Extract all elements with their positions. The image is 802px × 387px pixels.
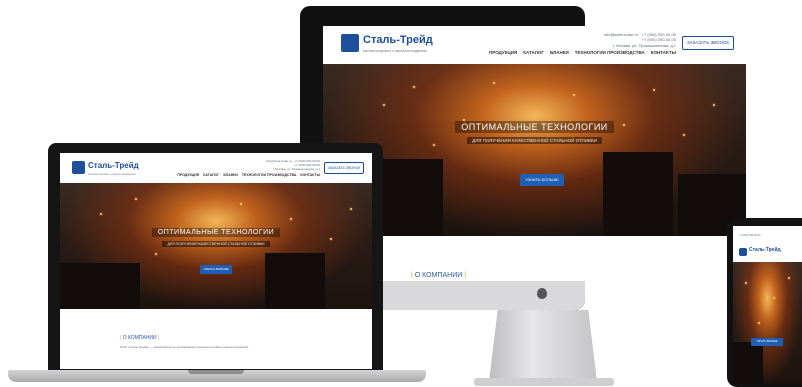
laptop-notch — [188, 370, 244, 374]
hero-cta-button[interactable]: УЗНАТЬ БОЛЬШЕ — [520, 174, 564, 186]
nav-item-products[interactable]: ПРОДУКЦИЯ — [177, 173, 199, 177]
about-heading: | О КОМПАНИИ | — [411, 272, 467, 279]
contact-line: г. Москва, ул. Промышленная, д.1 — [272, 167, 320, 172]
logo-icon — [341, 34, 359, 52]
header-contacts: info@steel-trade.ru · +7 (000) 000-00-00… — [604, 32, 676, 48]
contact-line: +7 (000) 000-00-00 — [739, 234, 761, 237]
logo-icon — [72, 161, 85, 174]
hero-banner: УЗНАТЬ БОЛЬШЕ — [733, 262, 802, 384]
nav-item-catalog[interactable]: КАТАЛОГ — [523, 50, 544, 55]
logo-tagline: металлопрокат и металлоизделия — [88, 172, 136, 176]
apple-logo-icon — [537, 288, 547, 299]
hero-banner: ОПТИМАЛЬНЫЕ ТЕХНОЛОГИИ ДЛЯ ПОЛУЧЕНИЯ КАЧ… — [60, 183, 372, 309]
desktop-screen: Сталь-Трейд металлопрокат и металлоиздел… — [323, 26, 746, 281]
monitor-stand — [489, 310, 597, 382]
about-heading: | О КОМПАНИИ | — [120, 335, 160, 341]
hero-subtitle: ДЛЯ ПОЛУЧЕНИЯ КАЧЕСТВЕННОЙ СТАЛЬНОЙ ОТЛИ… — [323, 137, 746, 144]
laptop-screen: Сталь-Трейд металлопрокат и металлоиздел… — [60, 153, 372, 369]
nav-item-technology[interactable]: ТЕХНОЛОГИИ ПРОИЗВОДСТВА — [575, 50, 645, 55]
logo-icon — [739, 248, 747, 256]
main-nav: ПРОДУКЦИЯ КАТАЛОГ БЛАНКИ ТЕХНОЛОГИИ ПРОИ… — [489, 50, 676, 55]
logo-name: Сталь-Трейд — [749, 247, 781, 253]
hero-subtitle: ДЛЯ ПОЛУЧЕНИЯ КАЧЕСТВЕННОЙ СТАЛЬНОЙ ОТЛИ… — [60, 241, 372, 247]
contact-line: г. Москва, ул. Промышленная, д.1 — [613, 42, 676, 48]
logo-tagline: металлопрокат и металлоизделия — [363, 48, 427, 53]
callback-button[interactable]: ЗАКАЗАТЬ ЗВОНОК — [324, 162, 364, 174]
hero-cta-button[interactable]: УЗНАТЬ БОЛЬШЕ — [200, 265, 232, 274]
nav-item-technology[interactable]: ТЕХНОЛОГИИ ПРОИЗВОДСТВА — [242, 173, 296, 177]
main-nav: ПРОДУКЦИЯ КАТАЛОГ БЛАНКИ ТЕХНОЛОГИИ ПРОИ… — [177, 173, 320, 177]
hero-title: ОПТИМАЛЬНЫЕ ТЕХНОЛОГИИ — [323, 121, 746, 133]
nav-item-blanks[interactable]: БЛАНКИ — [223, 173, 238, 177]
hero-cta-button[interactable]: УЗНАТЬ БОЛЬШЕ — [751, 338, 783, 346]
logo-name: Сталь-Трейд — [88, 161, 139, 170]
phone-screen: Сталь-Трейд +7 (000) 000-00-00 УЗНАТЬ БО… — [733, 226, 802, 384]
hero-banner: ОПТИМАЛЬНЫЕ ТЕХНОЛОГИИ ДЛЯ ПОЛУЧЕНИЯ КАЧ… — [323, 64, 746, 236]
nav-item-catalog[interactable]: КАТАЛОГ — [203, 173, 219, 177]
nav-item-blanks[interactable]: БЛАНКИ — [550, 50, 569, 55]
header-contacts: info@steel-trade.ru · +7 (000) 000-00-00… — [266, 159, 320, 171]
nav-item-contacts[interactable]: КОНТАКТЫ — [651, 50, 676, 55]
logo-name: Сталь-Трейд — [363, 34, 433, 46]
about-text: ООО «Сталь-Трейд» — предприятие по произ… — [120, 345, 249, 349]
stand-base — [474, 378, 614, 386]
header-contacts: +7 (000) 000-00-00 — [739, 234, 760, 237]
nav-item-contacts[interactable]: КОНТАКТЫ — [300, 173, 320, 177]
nav-item-products[interactable]: ПРОДУКЦИЯ — [489, 50, 517, 55]
hero-title: ОПТИМАЛЬНЫЕ ТЕХНОЛОГИИ — [60, 228, 372, 237]
callback-button[interactable]: ЗАКАЗАТЬ ЗВОНОК — [682, 36, 734, 50]
